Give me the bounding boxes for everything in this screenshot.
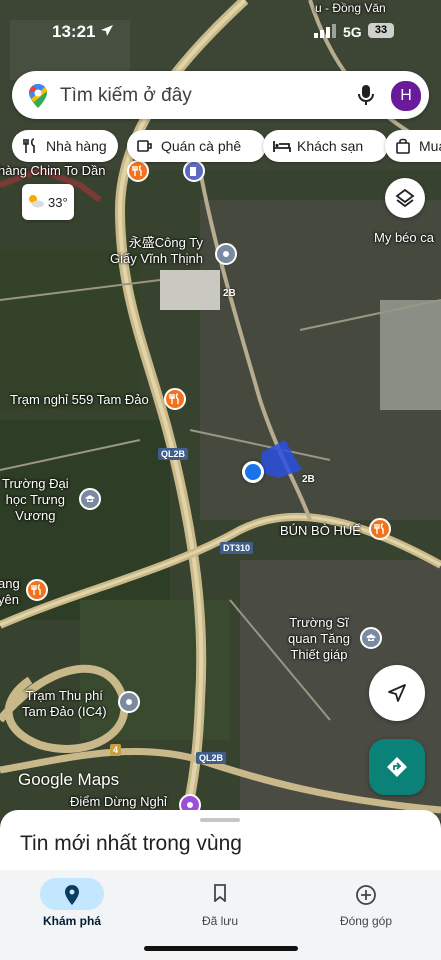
place-label[interactable]: My béo ca: [374, 230, 434, 246]
network-type: 5G: [343, 24, 362, 40]
status-bar: 13:21 5G 33: [0, 0, 441, 60]
place-marker-icon[interactable]: [118, 691, 140, 713]
signal-icon: [314, 24, 336, 38]
chip-label: Khách sạn: [297, 138, 364, 154]
layers-icon: [395, 188, 415, 208]
my-location-button[interactable]: [369, 665, 425, 721]
navigation-arrow-icon: [388, 684, 406, 702]
chip-hotels[interactable]: Khách sạn: [263, 130, 388, 162]
restaurant-marker-icon[interactable]: [369, 518, 391, 540]
sheet-drag-handle[interactable]: [200, 818, 240, 822]
nav-explore[interactable]: Khám phá: [10, 874, 150, 934]
mic-icon[interactable]: [358, 84, 374, 106]
road-label: QL2B: [158, 448, 189, 460]
road-label: DT310: [220, 542, 254, 554]
current-location-dot[interactable]: [242, 461, 264, 483]
search-bar[interactable]: Tìm kiếm ở đây H: [12, 71, 429, 119]
place-label[interactable]: Trạm nghỉ 559 Tam Đảo: [10, 392, 149, 408]
road-label: QL2B: [196, 752, 227, 764]
add-circle-icon: [356, 885, 376, 905]
google-maps-pin-icon: [29, 84, 47, 108]
directions-button[interactable]: [369, 739, 425, 795]
nav-label: Đã lưu: [201, 914, 239, 928]
shopping-bag-icon: [396, 138, 410, 154]
chip-shopping[interactable]: Mua: [385, 130, 441, 162]
sheet-title: Tin mới nhất trong vùng: [20, 832, 242, 855]
search-input[interactable]: Tìm kiếm ở đây: [60, 85, 192, 107]
status-time: 13:21: [52, 22, 96, 41]
category-chips: Nhà hàng Quán cà phê Khách sạn Mua: [12, 130, 441, 164]
account-avatar[interactable]: H: [390, 80, 422, 112]
bookmark-icon: [214, 884, 226, 902]
chip-label: Mua: [419, 138, 441, 154]
place-label[interactable]: Trường Sĩ quan Tăng Thiết giáp: [288, 615, 350, 663]
road-label: 2B: [223, 288, 236, 299]
restaurant-marker-icon[interactable]: [26, 579, 48, 601]
chip-restaurants[interactable]: Nhà hàng: [12, 130, 118, 162]
fork-knife-icon: [23, 138, 35, 153]
coffee-cup-icon: [137, 140, 152, 152]
place-label[interactable]: Trường Đại học Trưng Vương: [2, 476, 69, 524]
nav-label: Khám phá: [42, 914, 101, 928]
google-maps-logo: Google Maps: [18, 770, 120, 789]
road-label: 4: [110, 744, 122, 756]
nav-label: Đóng góp: [339, 914, 393, 928]
nav-contribute[interactable]: Đóng góp: [304, 874, 441, 934]
location-arrow-icon: [101, 25, 113, 36]
directions-icon: [387, 757, 407, 777]
place-label[interactable]: Trạm Thu phí Tam Đảo (IC4): [22, 688, 107, 720]
bottom-navigation: Khám phá Đã lưu Đóng góp: [0, 870, 441, 960]
nav-saved[interactable]: Đã lưu: [158, 874, 298, 934]
home-indicator: [144, 946, 298, 951]
place-label[interactable]: ang yên: [0, 576, 20, 608]
restaurant-marker-icon[interactable]: [164, 388, 186, 410]
place-label[interactable]: BÚN BÒ HUẾ: [280, 523, 361, 539]
layers-button[interactable]: [385, 178, 425, 218]
chip-label: Quán cà phê: [161, 138, 242, 154]
place-marker-icon[interactable]: [215, 243, 237, 265]
chip-label: Nhà hàng: [46, 138, 107, 154]
school-marker-icon[interactable]: [360, 627, 382, 649]
bed-icon: [273, 141, 291, 152]
place-label[interactable]: 永盛Công Ty Giấy Vĩnh Thịnh: [110, 235, 203, 267]
weather-badge[interactable]: 33°: [22, 184, 74, 220]
weather-temperature: 33°: [48, 195, 68, 210]
partly-sunny-icon: [29, 195, 44, 208]
place-label[interactable]: Điểm Dừng Nghỉ: [70, 794, 167, 810]
chip-cafes[interactable]: Quán cà phê: [127, 130, 266, 162]
school-marker-icon[interactable]: [79, 488, 101, 510]
place-label[interactable]: hàng Chim To Dần: [0, 163, 105, 179]
location-pin-icon: [65, 885, 79, 905]
battery-icon: 33: [368, 23, 394, 38]
road-label: 2B: [302, 474, 315, 485]
